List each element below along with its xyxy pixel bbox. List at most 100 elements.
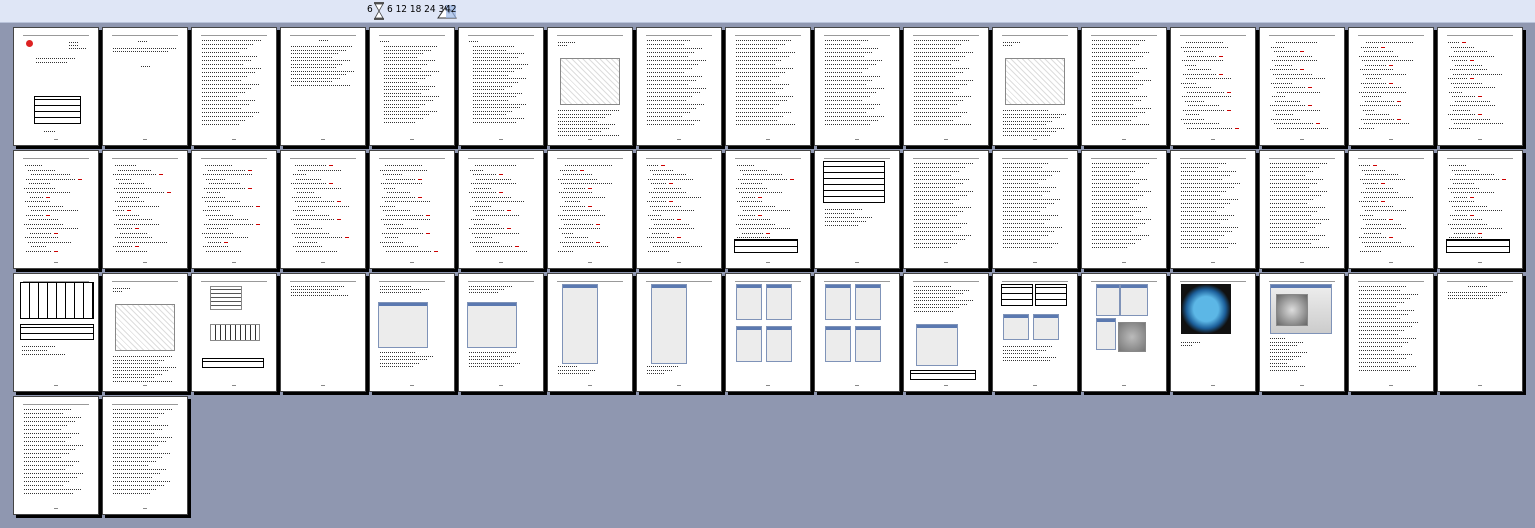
page-thumbnail[interactable] (102, 396, 188, 515)
text-line (736, 44, 785, 45)
page-thumbnail[interactable] (1081, 273, 1167, 392)
page-thumbnail[interactable] (458, 27, 544, 146)
text-line (1364, 196, 1413, 198)
page-thumbnail[interactable] (814, 273, 900, 392)
text-line (651, 183, 667, 184)
text-line (1270, 362, 1287, 364)
text-line (565, 237, 588, 238)
text-line (1271, 82, 1292, 84)
page-thumbnail[interactable] (636, 273, 722, 392)
text-line (736, 187, 768, 189)
text-line (825, 96, 870, 97)
text-line (1003, 167, 1042, 168)
text-line (560, 205, 586, 207)
highlight-mark (46, 196, 50, 198)
left-value[interactable]: 6 (367, 4, 373, 16)
text-line (737, 237, 770, 238)
page-thumbnail[interactable] (191, 150, 277, 269)
page-thumbnail[interactable] (280, 27, 366, 146)
page-thumbnail[interactable] (191, 273, 277, 392)
page-thumbnail[interactable] (13, 27, 99, 146)
page-thumbnail[interactable] (1348, 273, 1434, 392)
page-thumbnail[interactable] (13, 273, 99, 392)
page-thumbnail[interactable] (1348, 150, 1434, 269)
text-line (31, 210, 78, 211)
page-thumbnail[interactable] (191, 27, 277, 146)
page-thumbnail[interactable] (1170, 150, 1256, 269)
text-line (26, 214, 44, 216)
highlight-mark (248, 187, 252, 189)
page-thumbnail[interactable] (1437, 27, 1523, 146)
page-thumbnail[interactable] (1437, 273, 1523, 392)
page-thumbnail[interactable] (1259, 150, 1345, 269)
text-line (1003, 124, 1046, 125)
text-line (1453, 219, 1482, 220)
text-line (1092, 243, 1135, 244)
page-thumbnail[interactable] (280, 150, 366, 269)
highlight-mark (1300, 69, 1304, 70)
page-thumbnail[interactable] (1170, 273, 1256, 392)
page-thumbnail[interactable] (1437, 150, 1523, 269)
page-thumbnail[interactable] (1259, 273, 1345, 392)
page-thumbnail[interactable] (903, 150, 989, 269)
page-thumbnail[interactable] (102, 273, 188, 392)
page-thumbnail[interactable] (1259, 27, 1345, 146)
text-line (473, 67, 522, 69)
page-thumbnail[interactable] (1170, 27, 1256, 146)
page-thumbnail[interactable] (547, 273, 633, 392)
text-line (563, 174, 592, 175)
page-thumbnail[interactable] (1081, 27, 1167, 146)
text-line (1453, 73, 1502, 75)
page-thumbnail[interactable] (814, 27, 900, 146)
page-thumbnail[interactable] (280, 273, 366, 392)
text-line (24, 429, 61, 430)
text-line (825, 80, 873, 81)
text-line (825, 108, 874, 109)
page-thumbnail[interactable] (636, 150, 722, 269)
text-line (473, 71, 515, 73)
page-thumbnail[interactable] (725, 27, 811, 146)
page-thumbnail[interactable] (369, 273, 455, 392)
page-thumbnail[interactable] (102, 27, 188, 146)
page-thumbnail[interactable] (725, 150, 811, 269)
page-thumbnail[interactable] (636, 27, 722, 146)
page-thumbnail[interactable] (13, 150, 99, 269)
page-thumbnail[interactable] (458, 273, 544, 392)
page-thumbnail[interactable] (547, 27, 633, 146)
page-thumbnail[interactable] (992, 27, 1078, 146)
text-line (29, 219, 58, 220)
page-thumbnail[interactable] (725, 273, 811, 392)
page-thumbnail[interactable] (458, 150, 544, 269)
page-thumbnail[interactable] (992, 273, 1078, 392)
page-thumbnail[interactable] (13, 396, 99, 515)
highlight-mark (515, 246, 519, 247)
page-thumbnail[interactable] (814, 150, 900, 269)
text-line (1359, 350, 1395, 351)
text-line (202, 84, 259, 85)
text-line (1092, 215, 1134, 216)
text-line (1003, 110, 1049, 111)
highlight-mark (1389, 82, 1393, 84)
page-thumbnail[interactable] (547, 150, 633, 269)
text-line (1181, 223, 1221, 224)
page-thumbnail[interactable] (1081, 150, 1167, 269)
page-thumbnail[interactable] (102, 150, 188, 269)
text-line (469, 289, 505, 290)
text-line (647, 64, 699, 65)
text-line (737, 165, 754, 166)
text-line (736, 124, 795, 125)
page-thumbnail[interactable] (992, 150, 1078, 269)
page-thumbnail[interactable] (369, 27, 455, 146)
text-line (558, 124, 616, 125)
text-line (1188, 105, 1219, 106)
text-line (24, 465, 73, 466)
text-line (206, 178, 226, 180)
text-line (473, 100, 509, 101)
page-thumbnail[interactable] (903, 27, 989, 146)
page-thumbnail[interactable] (1348, 27, 1434, 146)
text-line (1359, 334, 1398, 335)
text-line (473, 56, 518, 58)
page-thumbnail[interactable] (369, 150, 455, 269)
text-line (1274, 51, 1298, 52)
page-thumbnail[interactable] (903, 273, 989, 392)
